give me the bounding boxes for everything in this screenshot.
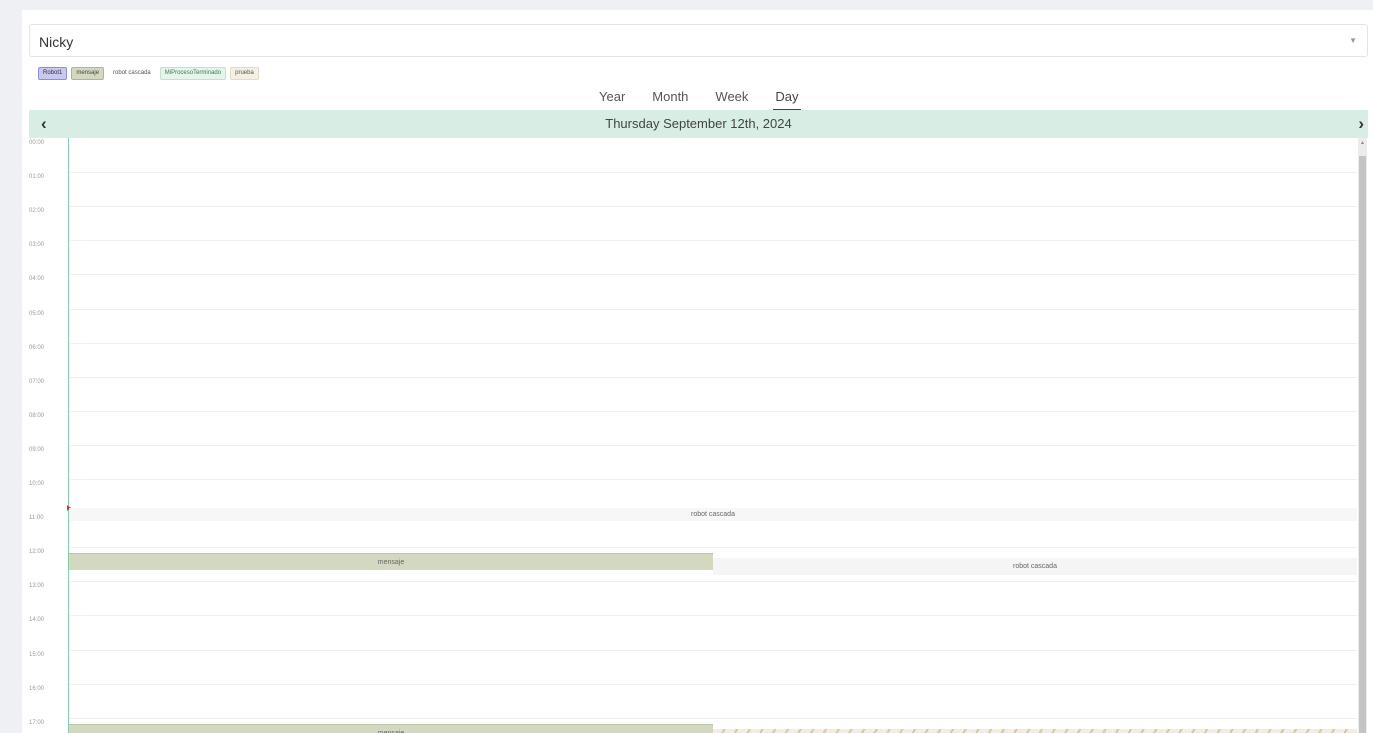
legend-chip[interactable]: MiProcesoTerminado — [159, 67, 227, 80]
view-tabs: Year Month Week Day — [599, 83, 828, 111]
tab-day[interactable]: Day — [773, 83, 801, 111]
hour-gridline — [69, 240, 1357, 242]
hour-label: 02:00 — [29, 208, 45, 215]
hour-gridline — [69, 547, 1357, 549]
date-navigation-bar: ‹ Thursday September 12th, 2024 › — [29, 110, 1368, 138]
hour-gridline — [69, 444, 1357, 446]
hour-gridline — [69, 376, 1357, 378]
calendar-event[interactable]: mensaje — [69, 723, 713, 733]
hour-label: 15:00 — [29, 651, 45, 658]
hour-label: 07:00 — [29, 378, 45, 385]
tab-month[interactable]: Month — [652, 83, 688, 111]
hour-gridline — [69, 410, 1357, 412]
hour-label: 04:00 — [29, 276, 45, 283]
legend-chip[interactable]: prueba — [230, 67, 259, 80]
hour-label: 01:00 — [29, 174, 45, 181]
hour-gridline — [69, 717, 1357, 719]
scrollbar-thumb[interactable] — [1359, 156, 1366, 733]
calendar-selector[interactable]: Nicky ▼ — [29, 24, 1368, 57]
hour-gridline — [69, 308, 1357, 310]
legend-chip[interactable]: robot cascada — [108, 67, 156, 80]
hour-gridline — [69, 683, 1357, 685]
hour-label: 03:00 — [29, 242, 45, 249]
hour-label: 09:00 — [29, 446, 45, 453]
hour-label: 17:00 — [29, 719, 45, 726]
day-time-grid[interactable]: 00:00 01:00 02:00 03:00 04:00 05:00 06:00 07:00… — [29, 138, 1368, 733]
legend-chips: Robot1 mensaje robot cascada MiProcesoTermi… — [38, 67, 259, 80]
hour-label: 14:00 — [29, 617, 45, 624]
scroll-up-arrow-icon[interactable]: ▲ — [1358, 140, 1367, 146]
tab-week[interactable]: Week — [715, 83, 748, 111]
hour-label: 10:00 — [29, 481, 45, 487]
vertical-scrollbar[interactable]: ▲ — [1358, 138, 1367, 733]
hour-gridline — [69, 274, 1357, 276]
left-sidebar-strip — [0, 0, 22, 733]
hour-gridline — [69, 581, 1357, 583]
calendar-panel: Nicky ▼ Robot1 mensaje robot cascada MiProc… — [29, 10, 1373, 733]
hour-label: 13:00 — [29, 583, 45, 590]
hour-gridline — [69, 479, 1357, 480]
hour-label: 06:00 — [29, 344, 45, 351]
current-date-title: Thursday September 12th, 2024 — [605, 116, 792, 131]
chevron-down-icon[interactable]: ▼ — [1349, 36, 1357, 45]
hour-label: 11:00 — [29, 515, 44, 522]
legend-chip[interactable]: Robot1 — [38, 67, 68, 80]
hour-label: 12:00 — [29, 549, 45, 556]
calendar-event[interactable]: mensaje (disabled) — [713, 728, 1357, 733]
hour-gridline — [69, 172, 1357, 174]
tab-year[interactable]: Year — [599, 83, 625, 111]
hour-label: 00:00 — [29, 140, 45, 146]
hour-gridline — [69, 615, 1357, 617]
chevron-right-icon[interactable]: › — [1358, 114, 1364, 134]
hour-label: 08:00 — [29, 412, 45, 419]
hour-gridline — [69, 342, 1357, 344]
legend-chip[interactable]: mensaje — [71, 67, 105, 80]
hour-gridline — [69, 206, 1357, 208]
calendar-event[interactable]: robot cascada — [713, 558, 1357, 576]
calendar-event[interactable]: robot cascada — [69, 507, 1357, 521]
calendar-selector-value: Nicky — [39, 34, 74, 50]
hour-label: 16:00 — [29, 685, 45, 692]
hour-label: 05:00 — [29, 310, 45, 317]
time-gutter-divider — [68, 138, 69, 733]
top-strip — [22, 0, 1373, 10]
calendar-event[interactable]: mensaje — [69, 553, 713, 571]
hour-gridline — [69, 649, 1357, 651]
